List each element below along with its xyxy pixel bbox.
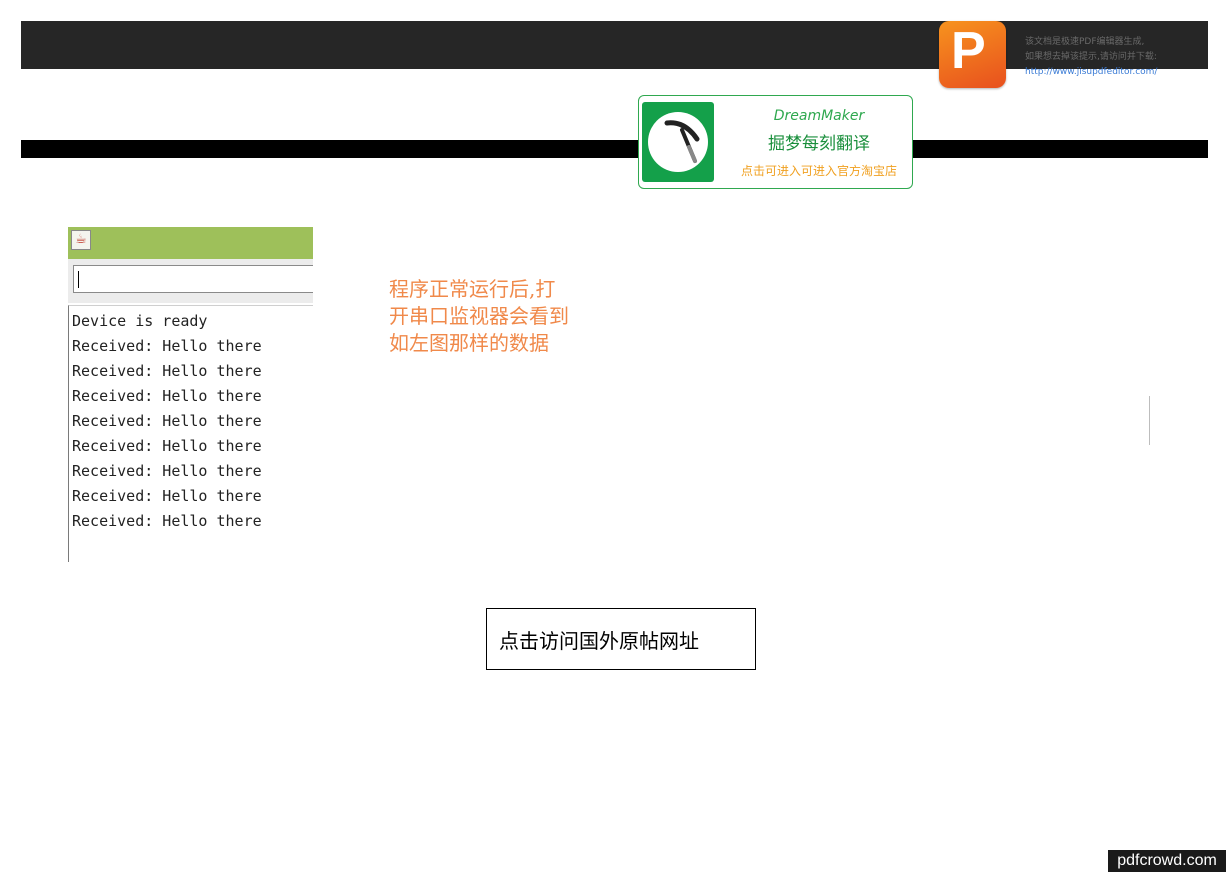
serial-output-line: Received: Hello there	[72, 337, 262, 355]
notice-line-1: 该文档是极速PDF编辑器生成,	[1025, 37, 1145, 47]
serial-output-line: Received: Hello there	[72, 487, 262, 505]
badge-subtitle[interactable]: 点击可进入可进入官方淘宝店	[724, 162, 914, 179]
serial-output-line: Device is ready	[72, 312, 208, 330]
instruction-text: 程序正常运行后,打 开串口监视器会看到 如左图那样的数据	[389, 276, 609, 357]
serial-output-line: Received: Hello there	[72, 387, 262, 405]
pdf-notice: 该文档是极速PDF编辑器生成, 如果想去掉该提示,请访问并下载: http://…	[1025, 35, 1200, 80]
pdf-editor-logo[interactable]: P	[939, 21, 1006, 88]
text-caret	[78, 271, 79, 288]
visit-original-post-link[interactable]: 点击访问国外原帖网址	[486, 608, 756, 670]
window-titlebar: ☕	[68, 227, 313, 259]
serial-input-row	[68, 259, 313, 303]
logo-letter: P	[951, 22, 986, 80]
notice-link[interactable]: http://www.jisupdfeditor.com/	[1025, 65, 1200, 80]
pickaxe-icon	[642, 102, 714, 182]
serial-output-line: Received: Hello there	[72, 437, 262, 455]
instruction-line-2: 开串口监视器会看到	[389, 304, 569, 328]
badge-title: 掘梦每刻翻译	[768, 134, 870, 154]
serial-monitor-screenshot: ☕ Device is ready Received: Hello there Re…	[68, 227, 313, 562]
serial-send-input[interactable]	[73, 265, 313, 293]
serial-output-line: Received: Hello there	[72, 362, 262, 380]
serial-output-line: Received: Hello there	[72, 512, 262, 530]
instruction-line-1: 程序正常运行后,打	[389, 277, 556, 301]
java-icon: ☕	[71, 230, 91, 250]
visit-link-label: 点击访问国外原帖网址	[499, 629, 699, 653]
serial-output-line: Received: Hello there	[72, 462, 262, 480]
dreammaker-badge[interactable]: DreamMaker 掘梦每刻翻译 点击可进入可进入官方淘宝店	[638, 95, 913, 189]
serial-output-line: Received: Hello there	[72, 412, 262, 430]
pdfcrowd-badge[interactable]: pdfcrowd.com	[1108, 850, 1226, 872]
badge-brand: DreamMaker	[773, 108, 865, 124]
black-band	[21, 140, 1208, 158]
instruction-line-3: 如左图那样的数据	[389, 331, 549, 355]
notice-line-2: 如果想去掉该提示,请访问并下载:	[1025, 52, 1157, 62]
serial-output: Device is ready Received: Hello there Rece…	[68, 305, 313, 562]
divider-line	[1149, 396, 1150, 445]
